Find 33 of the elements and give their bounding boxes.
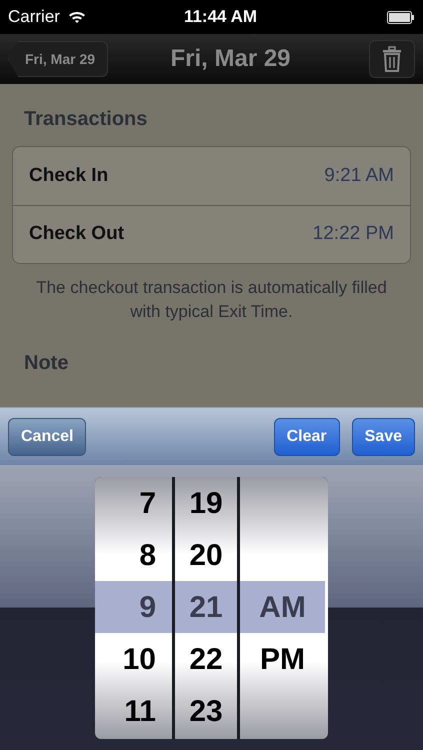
clear-button[interactable]: Clear [274,418,340,456]
picker-item[interactable]: 9 [95,581,172,633]
picker-item[interactable]: 22 [175,633,237,685]
save-button[interactable]: Save [352,418,415,456]
picker-item[interactable]: 11 [95,685,172,737]
picker-item[interactable]: 7 [95,477,172,529]
clock-label: 11:44 AM [182,6,258,28]
row-label: Check Out [29,222,126,246]
table-row[interactable]: Check Out 12:22 PM [13,205,410,263]
picker-item[interactable]: AM [240,581,325,633]
nav-title: Fri, Mar 29 [169,44,292,74]
picker-item[interactable]: PM [240,633,325,685]
carrier-label: Carrier [8,6,60,28]
picker-item[interactable]: 20 [175,529,237,581]
trash-button[interactable] [369,40,415,78]
back-button[interactable]: Fri, Mar 29 [8,41,108,77]
section-header: Transactions [23,107,148,132]
battery-icon [387,10,415,24]
picker-item[interactable]: 19 [175,477,237,529]
picker-item[interactable]: 23 [175,685,237,737]
picker-item[interactable]: 8 [95,529,172,581]
section-header: Note [23,351,70,376]
row-value: 9:21 AM [324,164,394,188]
table-row[interactable]: Check In 9:21 AM [13,147,410,205]
section-footer: The checkout transaction is automatically filled with typical Exit Time. [12,276,411,324]
cancel-button[interactable]: Cancel [8,418,86,456]
wifi-icon [68,10,86,24]
trash-icon [382,46,402,72]
picker-item[interactable]: 21 [175,581,237,633]
row-value: 12:22 PM [312,222,394,246]
picker-item[interactable]: 10 [95,633,172,685]
row-label: Check In [29,164,110,188]
time-picker[interactable]: 7 8 9 10 11 19 20 21 22 23 AM PM [95,477,328,739]
